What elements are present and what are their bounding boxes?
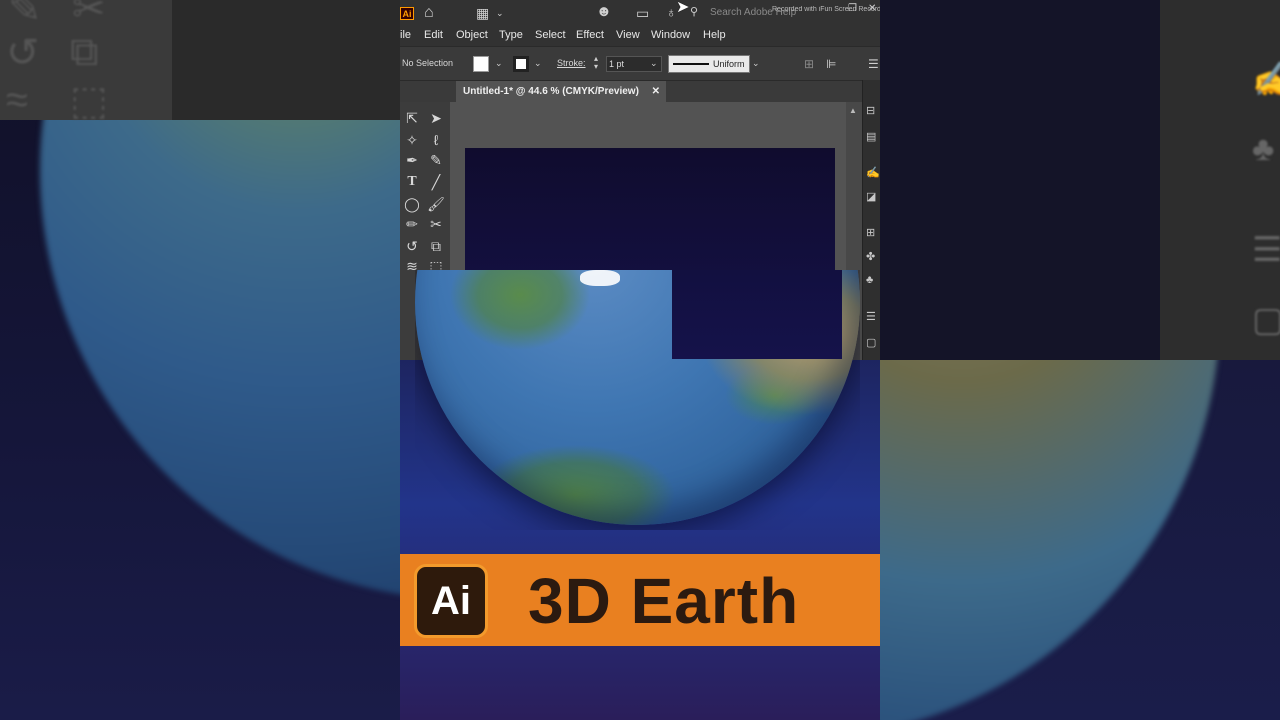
polar-ice-cap	[580, 270, 620, 286]
lightbulb-icon[interactable]: ♁	[666, 5, 677, 19]
profile-label: Uniform	[713, 59, 745, 69]
menu-view[interactable]: View	[616, 29, 640, 41]
user-account-icon[interactable]: ☻	[596, 4, 612, 19]
curvature-tool-icon[interactable]: ✎	[426, 152, 446, 168]
appearance-icon[interactable]: ✤	[866, 250, 875, 263]
blurred-rotate-icon: ↺	[6, 31, 40, 75]
panel-menu-icon[interactable]: ☰	[868, 57, 879, 71]
left-blurred-background: ✎ ✂ ↺ ⧉ ≈ ⬚	[0, 0, 400, 720]
blurred-transform-icon: ⬚	[70, 79, 108, 123]
stroke-swatch[interactable]	[513, 56, 529, 72]
menu-type[interactable]: Type	[499, 29, 523, 41]
document-tab-title: Untitled-1* @ 44.6 % (CMYK/Preview)	[463, 86, 639, 97]
menu-effect[interactable]: Effect	[576, 29, 604, 41]
control-bar: No Selection ⌄ ⌄ Stroke: ▴ ▾ 1 pt ⌄ Unifo…	[400, 46, 880, 81]
search-icon[interactable]: ⚲	[690, 5, 698, 19]
stroke-stepper-icon[interactable]: ▴ ▾	[594, 55, 598, 71]
layers-icon[interactable]: ▤	[866, 130, 876, 143]
title-bar: Ai ⌂ ▦ ⌄ ☻ ▭ ♁ ⚲ Search Adobe Help Recor…	[400, 0, 880, 26]
blurred-scale-icon: ⧉	[70, 30, 99, 74]
stroke-weight-dropdown-icon[interactable]: ⌄	[650, 58, 658, 69]
line-tool-icon[interactable]: ╱	[426, 174, 446, 190]
menu-object[interactable]: Object	[456, 29, 488, 41]
direct-selection-tool-icon[interactable]: ➤	[426, 110, 446, 126]
blurred-warp-icon: ≈	[6, 78, 28, 122]
stroke-line-preview	[673, 63, 709, 65]
fill-dropdown-icon[interactable]: ⌄	[495, 58, 503, 69]
panel-list-icon[interactable]: ☰	[866, 310, 876, 323]
blurred-artboard-right	[880, 0, 1160, 360]
stroke-weight-value: 1 pt	[609, 59, 625, 69]
blurred-paint-icon: ✍	[1252, 61, 1280, 99]
align-icon[interactable]: ⊞	[804, 57, 814, 71]
distribute-icon[interactable]: ⊫	[826, 57, 836, 71]
properties-icon[interactable]: ⊟	[866, 104, 875, 117]
close-window-icon[interactable]: ✕	[868, 2, 876, 16]
selection-tool-icon[interactable]: ⇱	[402, 110, 422, 126]
variable-width-profile[interactable]: Uniform	[668, 55, 750, 73]
ai-app-logo: Ai	[400, 7, 414, 20]
profile-dropdown-icon[interactable]: ⌄	[752, 58, 760, 69]
artboard-overlap	[672, 270, 842, 359]
selection-status: No Selection	[402, 58, 454, 68]
club-symbol-icon[interactable]: ♣	[866, 274, 873, 286]
fill-swatch[interactable]	[473, 56, 489, 72]
blurred-menu-icon: ☰	[1252, 231, 1280, 269]
menu-select[interactable]: Select	[535, 29, 566, 41]
graphic-styles-icon[interactable]: ◪	[866, 190, 876, 203]
stroke-label[interactable]: Stroke:	[557, 58, 586, 68]
rotate-tool-icon[interactable]: ↺	[402, 238, 422, 254]
pen-tool-icon[interactable]: ✒	[402, 152, 422, 168]
video-center-column: Ai ⌂ ▦ ⌄ ☻ ▭ ♁ ⚲ Search Adobe Help Recor…	[400, 0, 880, 720]
shaper-tool-icon[interactable]: ✏	[402, 216, 422, 232]
menu-help[interactable]: Help	[703, 29, 726, 41]
artboards-icon[interactable]: ▢	[866, 336, 876, 349]
close-tab-icon[interactable]: ✕	[652, 81, 660, 103]
scroll-up-icon[interactable]: ▲	[849, 106, 857, 115]
scale-tool-icon[interactable]: ⧉	[426, 238, 446, 254]
banner-title: 3D Earth	[528, 565, 800, 637]
right-panel-dock: ⊟ ▤ ✍ ◪ ⊞ ✤ ♣ ☰ ▢	[862, 80, 880, 360]
home-icon[interactable]: ⌂	[424, 5, 434, 21]
scissors-tool-icon[interactable]: ✂	[426, 216, 446, 232]
type-tool-icon[interactable]: T	[402, 174, 422, 190]
recorder-watermark: Recorded with iFun Screen Recorder	[772, 6, 880, 13]
menu-edit[interactable]: Edit	[424, 29, 443, 41]
blurred-scissors-icon: ✂	[72, 0, 106, 31]
document-tab-bar: Untitled-1* @ 44.6 % (CMYK/Preview) ✕	[400, 80, 862, 103]
document-tab[interactable]: Untitled-1* @ 44.6 % (CMYK/Preview) ✕	[456, 81, 666, 103]
restore-window-icon[interactable]: ❐	[848, 2, 857, 16]
right-blurred-background: ✍ ♣ ☰ ▢	[880, 0, 1280, 720]
lasso-tool-icon[interactable]: ℓ	[426, 132, 446, 148]
mouse-cursor-icon: ➤	[676, 0, 690, 16]
paintbrush-tool-icon[interactable]: 🖌	[426, 196, 446, 212]
blurred-club-icon: ♣	[1252, 130, 1275, 168]
menu-bar: ile Edit Object Type Select Effect View …	[400, 26, 880, 46]
magic-wand-tool-icon[interactable]: ✧	[402, 132, 422, 148]
chevron-down-icon[interactable]: ⌄	[496, 6, 504, 20]
illustrator-badge: Ai	[414, 564, 488, 638]
brushes-icon[interactable]: ✍	[866, 166, 880, 179]
blurred-square-icon: ▢	[1252, 301, 1280, 339]
title-banner: Ai 3D Earth	[400, 554, 880, 646]
menu-file[interactable]: ile	[400, 29, 411, 41]
ellipse-tool-icon[interactable]: ◯	[402, 196, 422, 212]
blurred-pen-icon: ✎	[8, 0, 42, 31]
stroke-dropdown-icon[interactable]: ⌄	[534, 58, 542, 69]
menu-window[interactable]: Window	[651, 29, 690, 41]
arrange-documents-icon[interactable]: ▭	[636, 6, 649, 20]
symbols-icon[interactable]: ⊞	[866, 226, 875, 239]
workspace-switcher-icon[interactable]: ▦	[476, 6, 489, 20]
